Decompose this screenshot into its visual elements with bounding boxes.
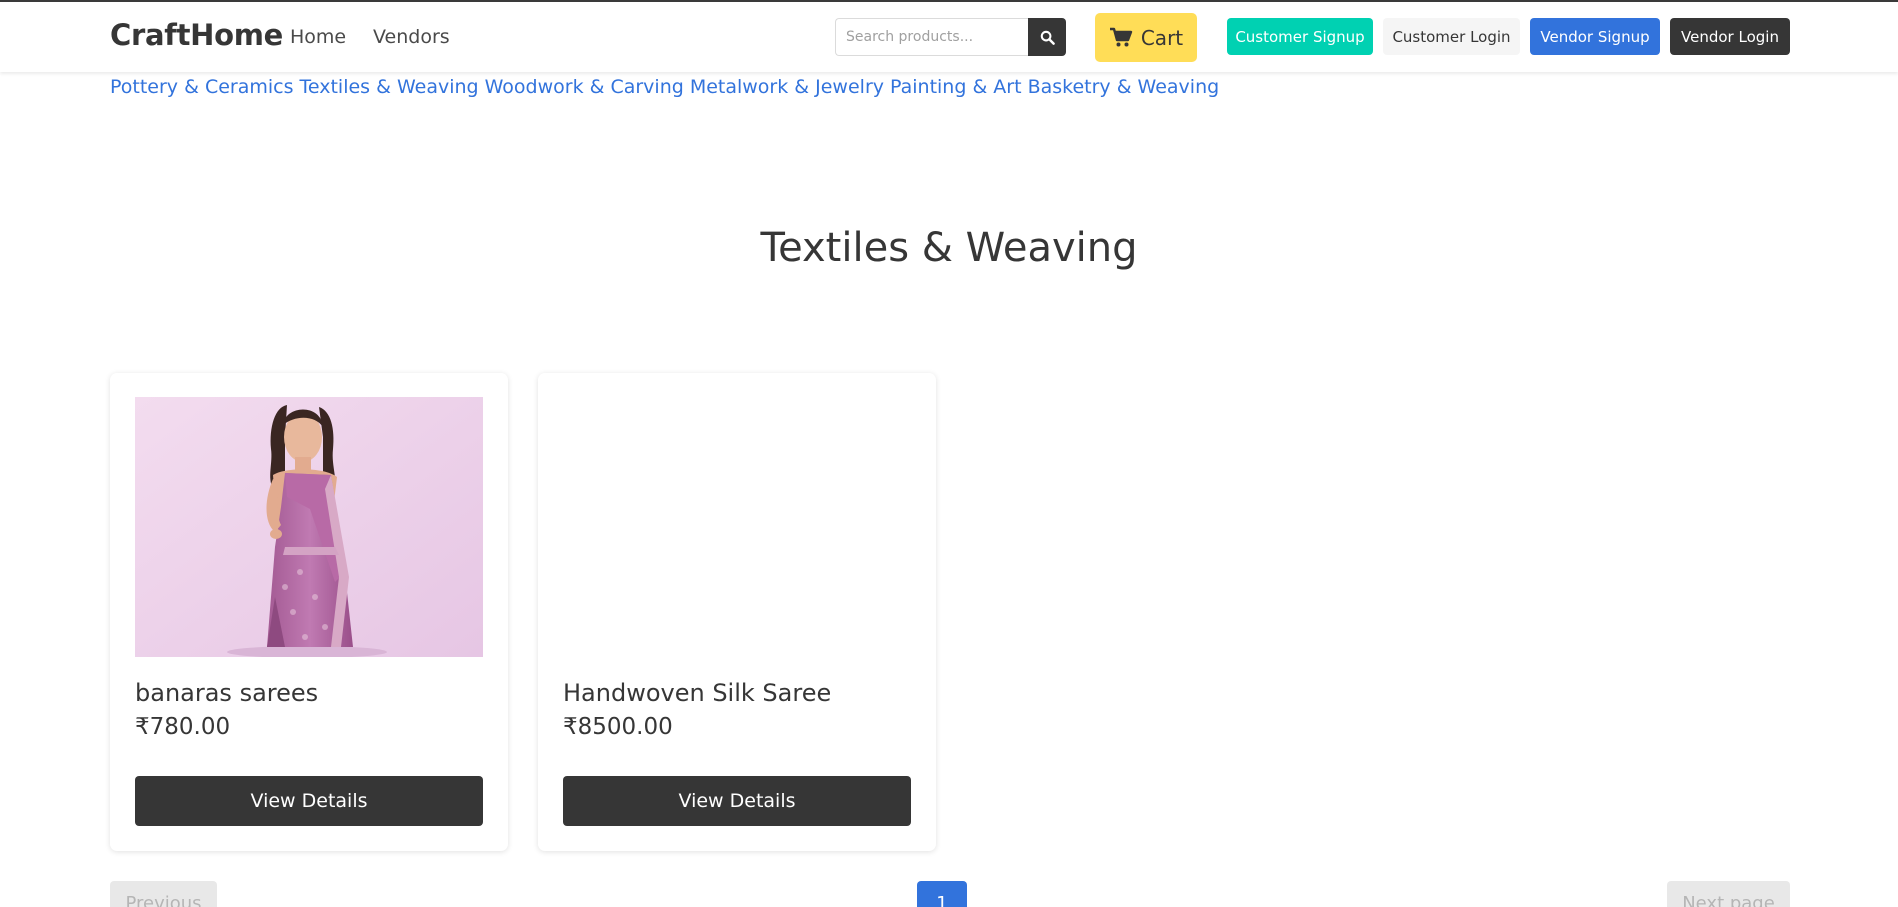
view-details-button[interactable]: View Details [563,776,911,826]
category-link-basketry[interactable]: Basketry & Weaving [1028,76,1220,98]
product-image[interactable] [563,397,911,657]
product-name[interactable]: Handwoven Silk Saree [563,679,831,707]
product-card: Handwoven Silk Saree ₹8500.00 View Detai… [538,373,936,851]
customer-signup-button[interactable]: Customer Signup [1227,18,1373,55]
brand-logo[interactable]: CraftHome [110,18,283,52]
product-image[interactable] [135,397,483,657]
search-form [835,18,1066,56]
category-link-pottery[interactable]: Pottery & Ceramics [110,76,294,98]
page-title: Textiles & Weaving [760,225,1138,271]
pagination-previous-button[interactable]: Previous [110,881,217,907]
view-details-button[interactable]: View Details [135,776,483,826]
category-link-textiles[interactable]: Textiles & Weaving [300,76,479,98]
customer-login-button[interactable]: Customer Login [1383,18,1520,55]
pagination-page-1[interactable]: 1 [917,881,967,907]
product-card: banaras sarees ₹780.00 View Details [110,373,508,851]
product-name[interactable]: banaras sarees [135,679,318,707]
category-link-metalwork[interactable]: Metalwork & Jewelry [690,76,884,98]
search-button[interactable] [1028,18,1066,56]
search-input[interactable] [835,18,1028,56]
category-links: Pottery & Ceramics Textiles & Weaving Wood… [110,76,1225,98]
vendor-login-button[interactable]: Vendor Login [1670,18,1790,55]
cart-icon [1109,27,1133,47]
saree-photo [135,397,483,657]
cart-button[interactable]: Cart [1095,13,1197,62]
product-price: ₹780.00 [135,714,231,740]
vendor-signup-button[interactable]: Vendor Signup [1530,18,1660,55]
navbar: CraftHome Home Vendors Cart Customer Sig… [0,2,1898,72]
search-icon [1040,30,1055,45]
pagination-next-button[interactable]: Next page [1667,881,1790,907]
nav-link-vendors[interactable]: Vendors [373,26,450,48]
cart-label: Cart [1140,25,1184,50]
nav-link-home[interactable]: Home [290,26,346,48]
product-price: ₹8500.00 [563,714,673,740]
category-link-painting[interactable]: Painting & Art [890,76,1022,98]
category-link-woodwork[interactable]: Woodwork & Carving [485,76,684,98]
